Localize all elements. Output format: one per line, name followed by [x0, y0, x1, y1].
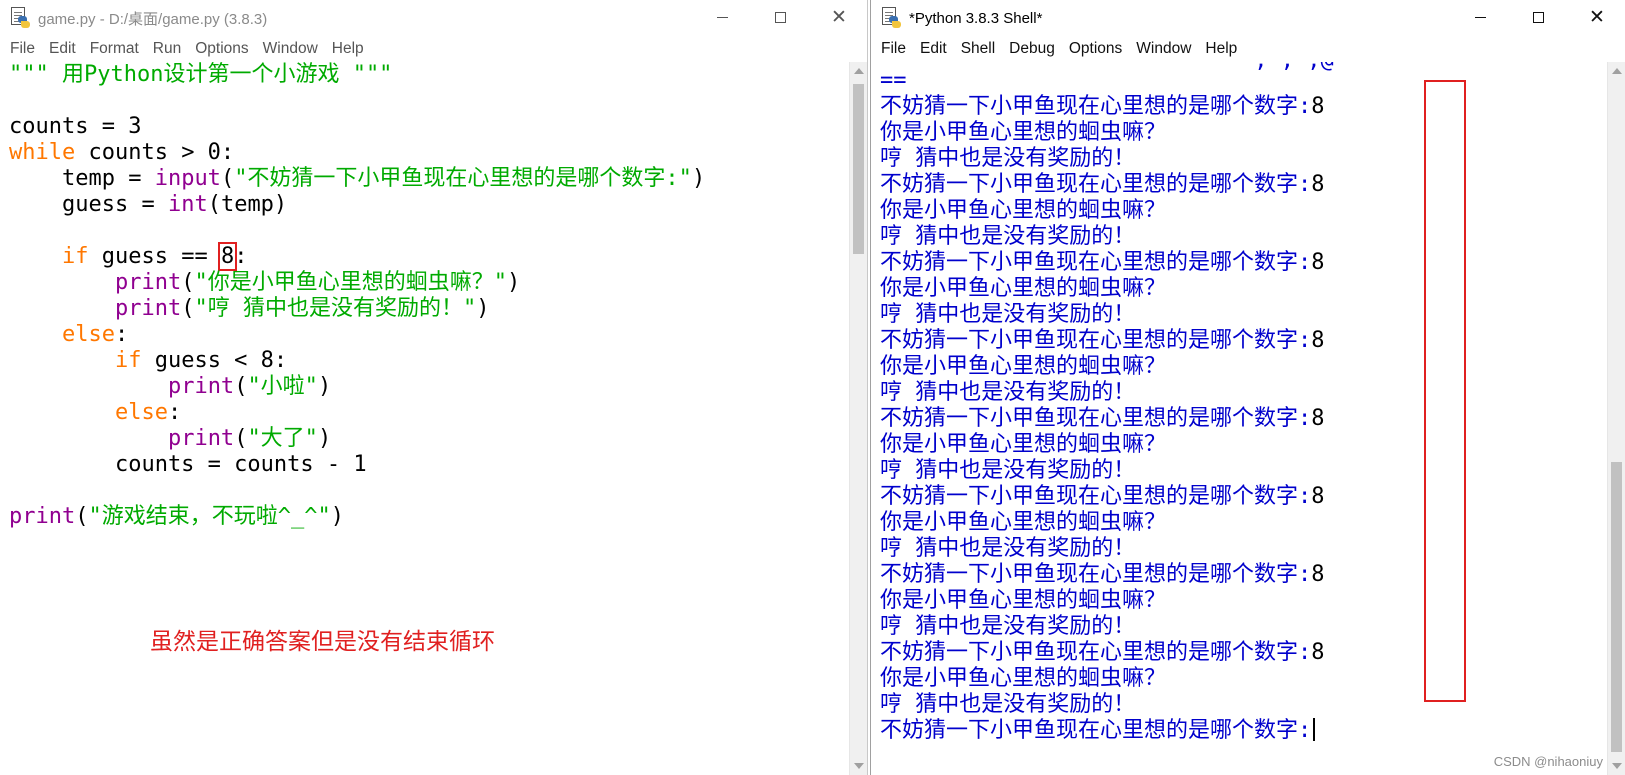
code-line: """ 用Python设计第一个小游戏 """	[9, 62, 393, 87]
csdn-watermark: CSDN @nihaoniuy	[1493, 754, 1603, 769]
shell-prompt-line: 不妨猜一下小甲鱼现在心里想的是哪个数字:8	[880, 640, 1325, 665]
editor-scroll-thumb[interactable]	[853, 84, 864, 254]
editor-menu-edit[interactable]: Edit	[49, 40, 76, 58]
shell-output-line: 你是小甲鱼心里想的蛔虫嘛？	[880, 432, 1167, 457]
editor-titlebar[interactable]: game.py - D:/桌面/game.py (3.8.3) ✕	[0, 0, 867, 36]
shell-output-line: 你是小甲鱼心里想的蛔虫嘛？	[880, 198, 1167, 223]
shell-prompt-line: 不妨猜一下小甲鱼现在心里想的是哪个数字:8	[880, 94, 1325, 119]
shell-prompt-line: 不妨猜一下小甲鱼现在心里想的是哪个数字:8	[880, 172, 1325, 197]
editor-window: game.py - D:/桌面/game.py (3.8.3) ✕ File E…	[0, 0, 868, 775]
editor-maximize-button[interactable]	[751, 0, 809, 36]
clipped-output-text: ',',',@ '	[1241, 62, 1360, 74]
shell-output-line: 哼 猜中也是没有奖励的！	[880, 692, 1136, 717]
text-cursor	[1313, 718, 1316, 741]
maximize-icon	[775, 12, 786, 23]
shell-prompt-line: 不妨猜一下小甲鱼现在心里想的是哪个数字:8	[880, 562, 1325, 587]
shell-prompt-line: 不妨猜一下小甲鱼现在心里想的是哪个数字:8	[880, 484, 1325, 509]
shell-output-area[interactable]: ',',',@ ' == 不妨猜一下小甲鱼现在心里想的是哪个数字:8 你是小甲鱼…	[871, 62, 1607, 775]
python-shell-icon	[881, 7, 901, 29]
scroll-up-icon[interactable]	[1612, 68, 1622, 74]
code-line: print("哼 猜中也是没有奖励的！")	[114, 296, 490, 321]
editor-window-title: game.py - D:/桌面/game.py (3.8.3)	[38, 10, 268, 28]
code-line: counts = counts - 1	[9, 452, 367, 477]
code-line: else:	[114, 400, 182, 425]
shell-output-line: 哼 猜中也是没有奖励的！	[880, 146, 1136, 171]
python-file-icon	[10, 7, 30, 29]
shell-output-line: 哼 猜中也是没有奖励的！	[880, 458, 1136, 483]
editor-menubar: File Edit Format Run Options Window Help	[0, 36, 867, 62]
scroll-down-icon[interactable]	[854, 763, 864, 769]
shell-prompt-line: 不妨猜一下小甲鱼现在心里想的是哪个数字:8	[880, 250, 1325, 275]
shell-menu-options[interactable]: Options	[1069, 40, 1122, 58]
shell-prompt-line: 不妨猜一下小甲鱼现在心里想的是哪个数字:8	[880, 406, 1325, 431]
shell-menu-debug[interactable]: Debug	[1009, 40, 1055, 58]
shell-menu-shell[interactable]: Shell	[961, 40, 995, 58]
editor-text-area[interactable]: """ 用Python设计第一个小游戏 """ counts = 3 while…	[0, 62, 867, 775]
scroll-down-icon[interactable]	[1612, 763, 1622, 769]
shell-output-line: 你是小甲鱼心里想的蛔虫嘛？	[880, 120, 1167, 145]
code-line: else:	[61, 322, 129, 347]
shell-output-line: 哼 猜中也是没有奖励的！	[880, 380, 1136, 405]
shell-close-button[interactable]: ✕	[1567, 0, 1625, 36]
highlighted-inputs-box	[1424, 80, 1466, 702]
shell-output-line: 哼 猜中也是没有奖励的！	[880, 614, 1136, 639]
code-line: guess = int(temp)	[9, 192, 288, 217]
code-line: print("大了")	[167, 426, 332, 451]
editor-close-button[interactable]: ✕	[809, 0, 867, 36]
editor-menu-help[interactable]: Help	[332, 40, 364, 58]
shell-menubar: File Edit Shell Debug Options Window Hel…	[871, 36, 1625, 62]
shell-output-line: 你是小甲鱼心里想的蛔虫嘛？	[880, 354, 1167, 379]
shell-prompt-line: 不妨猜一下小甲鱼现在心里想的是哪个数字:8	[880, 328, 1325, 353]
maximize-icon	[1533, 12, 1544, 23]
editor-menu-run[interactable]: Run	[153, 40, 181, 58]
shell-output-line: 你是小甲鱼心里想的蛔虫嘛？	[880, 666, 1167, 691]
shell-minimize-button[interactable]	[1451, 0, 1509, 36]
code-line: counts = 3	[9, 114, 142, 139]
shell-menu-window[interactable]: Window	[1136, 40, 1191, 58]
editor-minimize-button[interactable]	[693, 0, 751, 36]
shell-menu-edit[interactable]: Edit	[920, 40, 947, 58]
code-line: while counts > 0:	[9, 140, 235, 165]
shell-menu-help[interactable]: Help	[1205, 40, 1237, 58]
code-line: print("小啦")	[167, 374, 332, 399]
close-icon: ✕	[831, 6, 847, 28]
shell-window: *Python 3.8.3 Shell* ✕ File Edit Shell D…	[870, 0, 1625, 775]
scroll-up-icon[interactable]	[854, 68, 864, 74]
shell-output-line: 哼 猜中也是没有奖励的！	[880, 302, 1136, 327]
shell-vertical-scrollbar[interactable]	[1607, 62, 1625, 775]
editor-menu-window[interactable]: Window	[263, 40, 318, 58]
minimize-icon	[717, 17, 728, 18]
code-line: print("游戏结束，不玩啦^_^")	[9, 504, 344, 529]
editor-menu-file[interactable]: File	[10, 40, 35, 58]
editor-menu-format[interactable]: Format	[90, 40, 139, 58]
shell-window-title: *Python 3.8.3 Shell*	[909, 9, 1043, 27]
code-line: if guess < 8:	[114, 348, 288, 373]
code-line: temp = input("不妨猜一下小甲鱼现在心里想的是哪个数字:")	[9, 166, 706, 191]
minimize-icon	[1475, 17, 1486, 18]
red-annotation-text: 虽然是正确答案但是没有结束循环	[150, 629, 495, 655]
shell-scroll-thumb[interactable]	[1611, 462, 1622, 752]
editor-vertical-scrollbar[interactable]	[849, 62, 867, 775]
shell-output-line: 你是小甲鱼心里想的蛔虫嘛？	[880, 588, 1167, 613]
shell-output-line: 你是小甲鱼心里想的蛔虫嘛？	[880, 510, 1167, 535]
shell-current-prompt[interactable]: 不妨猜一下小甲鱼现在心里想的是哪个数字:	[880, 718, 1316, 744]
shell-maximize-button[interactable]	[1509, 0, 1567, 36]
shell-output-line: 哼 猜中也是没有奖励的！	[880, 536, 1136, 561]
close-icon: ✕	[1589, 6, 1605, 28]
shell-output-line: 你是小甲鱼心里想的蛔虫嘛？	[880, 276, 1167, 301]
shell-titlebar[interactable]: *Python 3.8.3 Shell* ✕	[871, 0, 1625, 36]
shell-menu-file[interactable]: File	[881, 40, 906, 58]
editor-menu-options[interactable]: Options	[195, 40, 248, 58]
code-line: print("你是小甲鱼心里想的蛔虫嘛？")	[114, 270, 521, 295]
code-line: if guess == 8:	[61, 242, 248, 271]
restart-separator: ==	[880, 68, 907, 93]
shell-output-line: 哼 猜中也是没有奖励的！	[880, 224, 1136, 249]
